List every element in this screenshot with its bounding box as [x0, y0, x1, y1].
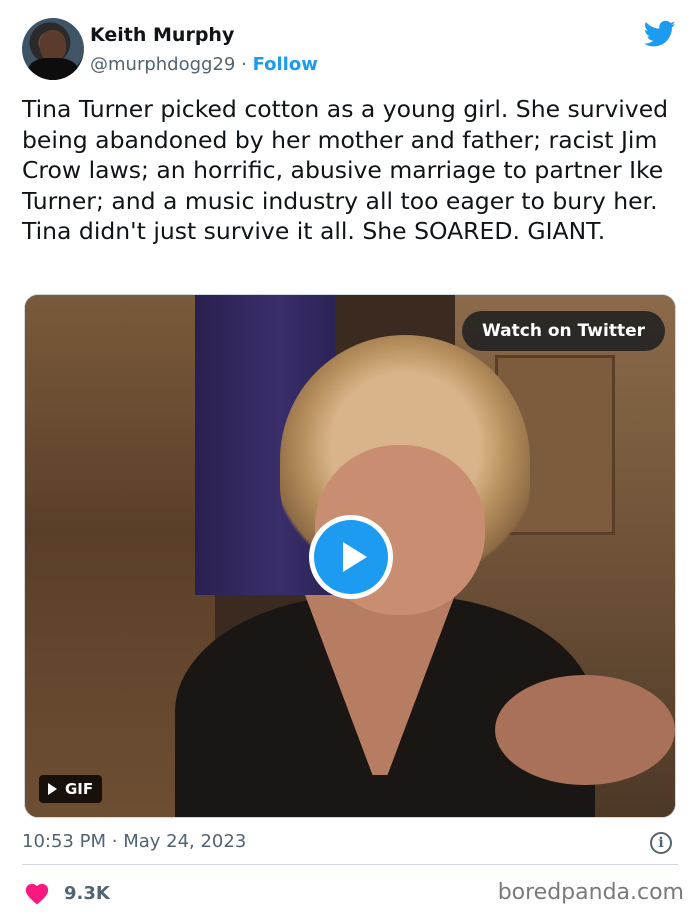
- handle-row: @murphdogg29 · Follow: [90, 54, 318, 75]
- tweet-time: 10:53 PM: [22, 831, 106, 852]
- separator: ·: [111, 831, 118, 852]
- gif-label: GIF: [65, 780, 94, 798]
- tweet-timestamp[interactable]: 10:53 PM · May 24, 2023: [22, 831, 246, 852]
- info-icon[interactable]: i: [650, 832, 672, 854]
- tweet-header: Keith Murphy @murphdogg29 · Follow: [22, 16, 682, 82]
- watch-on-twitter-button[interactable]: Watch on Twitter: [462, 311, 665, 351]
- heart-icon: [25, 883, 49, 905]
- divider: [22, 864, 678, 865]
- avatar[interactable]: [22, 18, 84, 80]
- author-name[interactable]: Keith Murphy: [90, 24, 234, 46]
- gif-badge: GIF: [39, 775, 103, 803]
- watermark: boredpanda.com: [497, 880, 684, 905]
- follow-button[interactable]: Follow: [253, 54, 318, 75]
- play-icon[interactable]: [309, 515, 393, 599]
- author-handle[interactable]: @murphdogg29: [90, 54, 235, 75]
- like-count: 9.3K: [64, 882, 110, 904]
- video-player[interactable]: Watch on Twitter GIF: [24, 294, 676, 818]
- tweet-date: May 24, 2023: [123, 831, 247, 852]
- tweet-text: Tina Turner picked cotton as a young gir…: [22, 95, 680, 245]
- gif-play-icon: [48, 783, 57, 795]
- twitter-bird-icon[interactable]: [644, 20, 676, 48]
- separator: ·: [241, 54, 247, 75]
- like-button[interactable]: 9.3K: [24, 878, 110, 908]
